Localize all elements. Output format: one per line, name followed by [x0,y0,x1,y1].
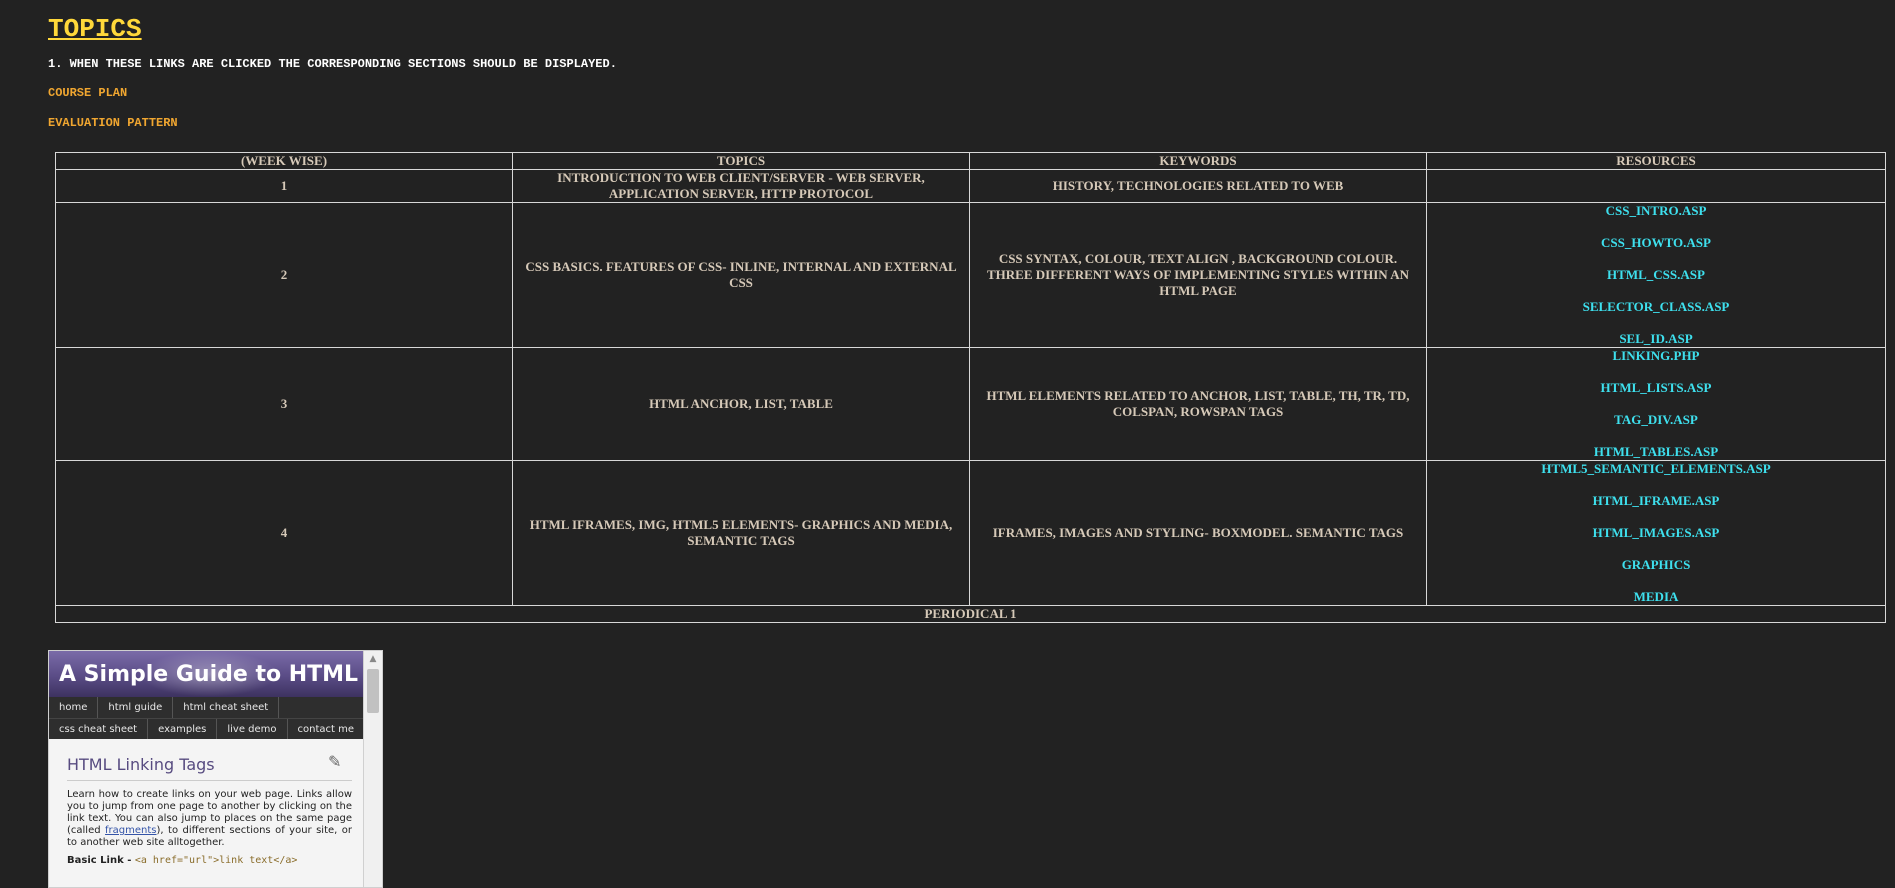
header-resources: RESOURCES [1426,152,1886,170]
resource-link[interactable]: MEDIA [1634,589,1679,605]
topic-cell: CSS BASICS. FEATURES OF CSS- INLINE, INT… [512,202,970,348]
table-row: 2 CSS BASICS. FEATURES OF CSS- INLINE, I… [55,202,1886,348]
instruction-text: 1. WHEN THESE LINKS ARE CLICKED THE CORR… [48,57,617,71]
syllabus-table: (WEEK WISE) TOPICS KEYWORDS RESOURCES 1 … [55,152,1886,623]
table-row: 1 INTRODUCTION TO WEB CLIENT/SERVER - WE… [55,169,1886,203]
iframe-nav-home[interactable]: home [49,697,99,718]
scroll-thumb[interactable] [367,669,379,713]
topic-cell: HTML IFRAMES, IMG, HTML5 ELEMENTS- GRAPH… [512,460,970,606]
iframe-content: HTML Linking Tags ✎ Learn how to create … [49,739,364,887]
evaluation-pattern-link[interactable]: EVALUATION PATTERN [48,116,178,130]
header-topics: TOPICS [512,152,970,170]
resource-link[interactable]: HTML_TABLES.ASP [1594,444,1718,460]
iframe-nav-css-cheat-sheet[interactable]: css cheat sheet [49,719,149,740]
iframe-nav-examples[interactable]: examples [148,719,218,740]
resource-link[interactable]: HTML_IFRAME.ASP [1593,493,1720,509]
header-keywords: KEYWORDS [969,152,1427,170]
resource-link[interactable]: HTML5_SEMANTIC_ELEMENTS.ASP [1541,461,1770,477]
pencil-icon: ✎ [328,752,342,771]
header-week: (WEEK WISE) [55,152,513,170]
resource-link[interactable]: SEL_ID.ASP [1619,331,1692,347]
week-cell: 1 [55,169,513,203]
iframe-nav-html-cheat-sheet[interactable]: html cheat sheet [173,697,280,718]
resource-link[interactable]: HTML_IMAGES.ASP [1593,525,1720,541]
fragments-link[interactable]: fragments [105,825,156,836]
topic-cell: INTRODUCTION TO WEB CLIENT/SERVER - WEB … [512,169,970,203]
iframe-site-title: A Simple Guide to HTML [59,662,359,687]
resources-cell: HTML5_SEMANTIC_ELEMENTS.ASP HTML_IFRAME.… [1426,460,1886,606]
table-header-row: (WEEK WISE) TOPICS KEYWORDS RESOURCES [55,152,1886,170]
keywords-cell: HISTORY, TECHNOLOGIES RELATED TO WEB [969,169,1427,203]
embedded-iframe[interactable]: A Simple Guide to HTML home html guide h… [48,650,383,888]
resources-cell [1426,169,1886,203]
resource-link[interactable]: LINKING.PHP [1612,348,1699,364]
resources-cell: CSS_INTRO.ASP CSS_HOWTO.ASP HTML_CSS.ASP… [1426,202,1886,348]
course-plan-link[interactable]: COURSE PLAN [48,86,127,100]
keywords-cell: CSS SYNTAX, COLOUR, TEXT ALIGN , BACKGRO… [969,202,1427,348]
table-row: 3 HTML ANCHOR, LIST, TABLE HTML ELEMENTS… [55,347,1886,461]
keywords-cell: HTML ELEMENTS RELATED TO ANCHOR, LIST, T… [969,347,1427,461]
iframe-heading: HTML Linking Tags [67,755,352,781]
resources-cell: LINKING.PHP HTML_LISTS.ASP TAG_DIV.ASP H… [1426,347,1886,461]
table-row: 4 HTML IFRAMES, IMG, HTML5 ELEMENTS- GRA… [55,460,1886,606]
resource-link[interactable]: GRAPHICS [1622,557,1691,573]
basic-link-label: Basic Link - [67,855,135,866]
basic-link-code: <a href="url">link text</a> [134,855,298,866]
basic-link-line: Basic Link - <a href="url">link text</a> [67,855,352,866]
iframe-nav-html-guide[interactable]: html guide [98,697,174,718]
resource-link[interactable]: SELECTOR_CLASS.ASP [1583,299,1730,315]
iframe-site-header: A Simple Guide to HTML [49,651,382,697]
week-cell: 4 [55,460,513,606]
periodical-label: PERIODICAL 1 [55,605,1886,623]
resource-link[interactable]: CSS_INTRO.ASP [1606,203,1707,219]
scroll-up-icon[interactable]: ▲ [364,651,382,667]
iframe-nav-live-demo[interactable]: live demo [217,719,288,740]
table-footer-row: PERIODICAL 1 [55,605,1886,623]
topic-cell: HTML ANCHOR, LIST, TABLE [512,347,970,461]
iframe-nav-bar: home html guide html cheat sheet css che… [49,697,382,740]
resource-link[interactable]: HTML_CSS.ASP [1607,267,1705,283]
page-title: TOPICS [48,14,142,44]
resource-link[interactable]: HTML_LISTS.ASP [1601,380,1712,396]
keywords-cell: IFRAMES, IMAGES AND STYLING- BOXMODEL. S… [969,460,1427,606]
week-cell: 2 [55,202,513,348]
iframe-intro: Learn how to create links on your web pa… [67,789,352,849]
resource-link[interactable]: TAG_DIV.ASP [1614,412,1698,428]
iframe-nav-contact-me[interactable]: contact me [288,719,366,740]
iframe-scrollbar[interactable]: ▲ [363,651,382,887]
week-cell: 3 [55,347,513,461]
resource-link[interactable]: CSS_HOWTO.ASP [1601,235,1711,251]
